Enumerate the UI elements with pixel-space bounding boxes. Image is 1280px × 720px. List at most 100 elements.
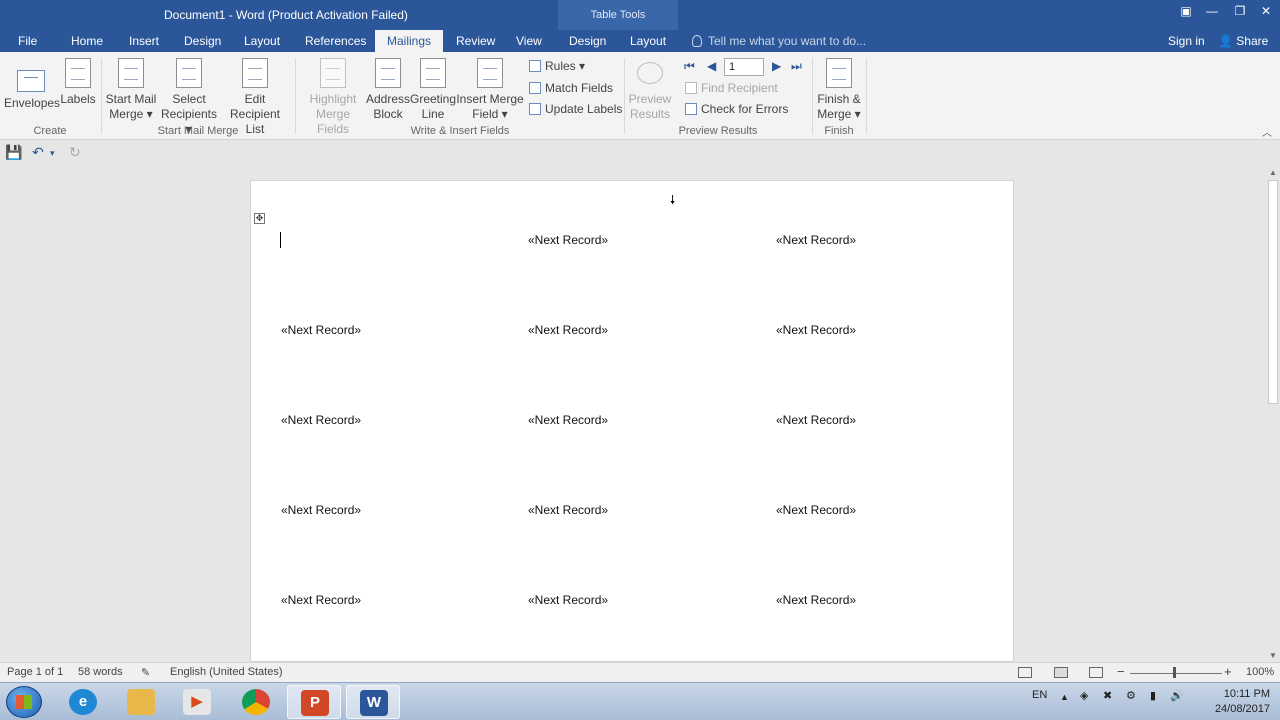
start-mail-merge-button[interactable]: Start Mail Merge ▾ [104,58,158,122]
address-block-button[interactable]: Address Block [366,58,410,122]
document-page[interactable] [250,180,1014,662]
minimize-icon[interactable]: — [1202,4,1222,22]
edit-recipient-list-label-1: Edit [244,92,266,106]
tab-references[interactable]: References [305,30,366,52]
labels-button[interactable]: Labels [60,58,96,107]
table-cell[interactable]: «Next Record» [281,593,361,607]
start-mail-merge-icon [118,58,144,88]
restore-icon[interactable]: ❐ [1230,4,1250,22]
web-layout-icon[interactable] [1089,667,1103,678]
folder-icon [127,689,155,715]
redo-icon[interactable]: ↻ [69,144,81,161]
table-cell[interactable]: «Next Record» [528,503,608,517]
word-count[interactable]: 58 words [78,666,123,678]
powerpoint-taskbar-button[interactable]: P [287,685,341,719]
record-number-input[interactable]: 1 [724,58,764,76]
greeting-line-button[interactable]: Greeting Line [410,58,456,122]
tab-table-layout[interactable]: Layout [630,30,666,52]
tab-file[interactable]: File [18,30,37,52]
rules-button[interactable]: Rules ▾ [529,58,585,74]
language-status[interactable]: English (United States) [170,666,283,678]
previous-record-icon[interactable]: ◀ [707,59,716,73]
table-cell[interactable]: «Next Record» [528,323,608,337]
collapse-ribbon-icon[interactable]: ︿ [1262,124,1272,139]
tab-insert[interactable]: Insert [129,30,159,52]
word-taskbar-button[interactable]: W [346,685,400,719]
table-move-handle-icon[interactable]: ✥ [254,213,265,224]
tab-mailings[interactable]: Mailings [375,30,444,52]
ribbon: Envelopes Labels Create Start Mail Merge… [0,52,1280,140]
powerpoint-icon: P [301,690,329,716]
table-cell[interactable]: «Next Record» [776,593,856,607]
undo-dropdown-icon[interactable]: ▾ [50,148,55,159]
input-language[interactable]: EN [1032,689,1047,701]
system-clock[interactable]: 10:11 PM 24/08/2017 [1190,687,1270,717]
table-cell[interactable]: «Next Record» [281,413,361,427]
internet-explorer-taskbar-button[interactable]: e [56,685,110,719]
save-icon[interactable]: 💾 [5,144,22,161]
tray-app-icon[interactable]: ⚙ [1126,689,1136,702]
page-count[interactable]: Page 1 of 1 [7,666,63,678]
start-button[interactable] [6,686,42,718]
file-explorer-taskbar-button[interactable] [114,685,168,719]
tell-me-search[interactable]: Tell me what you want to do... [692,30,866,52]
tab-home[interactable]: Home [71,30,103,52]
table-cell[interactable]: «Next Record» [776,233,856,247]
find-recipient-button[interactable]: Find Recipient [685,80,778,96]
tab-table-design[interactable]: Design [569,30,606,52]
zoom-slider[interactable] [1130,673,1222,674]
highlight-merge-fields-button[interactable]: Highlight Merge Fields [299,58,367,137]
table-cell[interactable]: «Next Record» [528,593,608,607]
zoom-in-icon[interactable]: + [1224,664,1232,679]
insert-merge-field-button[interactable]: Insert Merge Field ▾ [456,58,524,122]
table-cell[interactable]: «Next Record» [776,503,856,517]
last-record-icon[interactable]: ⏭ [791,59,802,74]
match-fields-button[interactable]: Match Fields [529,80,613,96]
print-layout-icon[interactable] [1054,667,1068,678]
person-icon: 👤 [1218,34,1233,48]
zoom-slider-thumb[interactable] [1173,667,1176,678]
next-record-icon[interactable]: ▶ [772,59,781,73]
tab-review[interactable]: Review [456,30,495,52]
table-cell[interactable]: «Next Record» [528,233,608,247]
undo-icon[interactable]: ↶ [32,144,44,161]
finish-and-merge-button[interactable]: Finish & Merge ▾ [814,58,864,122]
chrome-taskbar-button[interactable] [229,685,283,719]
volume-icon[interactable]: 🔊 [1170,689,1184,702]
highlight-label-2: Merge Fields [315,107,350,136]
tab-view[interactable]: View [516,30,542,52]
zoom-level[interactable]: 100% [1246,666,1274,678]
ribbon-display-options-icon[interactable]: ▣ [1176,4,1196,22]
update-labels-button[interactable]: Update Labels [529,101,622,117]
show-hidden-icons-icon[interactable]: ▲ [1060,692,1069,702]
check-for-errors-button[interactable]: Check for Errors [685,101,788,117]
close-icon[interactable]: ✕ [1256,4,1276,22]
vertical-scrollbar[interactable]: ▲ ▼ [1266,166,1280,662]
first-record-icon[interactable]: ⏮ [684,59,695,74]
table-cell[interactable]: «Next Record» [776,413,856,427]
insert-merge-field-label-2: Field [472,107,499,121]
sign-in-link[interactable]: Sign in [1168,30,1205,52]
preview-results-label-2: Results [629,107,670,121]
scroll-up-icon[interactable]: ▲ [1269,168,1277,177]
network-icon[interactable]: ▮ [1150,689,1156,702]
read-mode-icon[interactable] [1018,667,1032,678]
tab-design[interactable]: Design [184,30,221,52]
quick-access-toolbar: 💾 ↶ ▾ ↻ [0,141,1280,163]
zoom-out-icon[interactable]: − [1117,664,1125,679]
proofing-icon[interactable]: ✎ [141,666,150,679]
tray-app-icon[interactable]: ✖ [1103,689,1112,702]
scroll-down-icon[interactable]: ▼ [1269,651,1277,660]
table-cell[interactable]: «Next Record» [776,323,856,337]
tab-layout[interactable]: Layout [244,30,280,52]
share-button[interactable]: 👤 Share [1218,30,1268,52]
table-cell[interactable]: «Next Record» [281,503,361,517]
preview-results-button[interactable]: Preview Results [626,62,674,122]
table-cell[interactable]: «Next Record» [528,413,608,427]
table-cell[interactable]: «Next Record» [281,323,361,337]
tray-app-icon[interactable]: ◈ [1080,689,1088,702]
envelope-icon [17,70,45,92]
scrollbar-thumb[interactable] [1268,180,1278,404]
envelopes-button[interactable]: Envelopes [4,62,60,111]
media-player-taskbar-button[interactable]: ▶ [170,685,224,719]
